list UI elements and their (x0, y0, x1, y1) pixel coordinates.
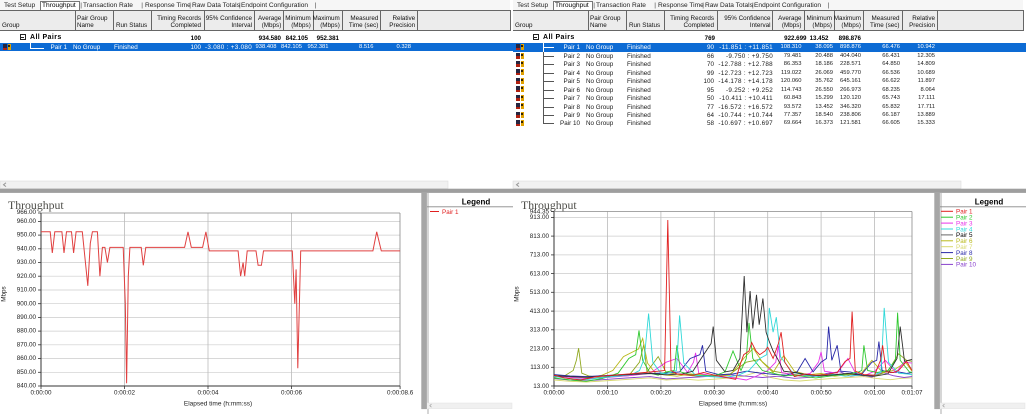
svg-text:Mbps: Mbps (514, 286, 521, 301)
svg-text:0:00:08.6: 0:00:08.6 (387, 390, 414, 397)
svg-text:Pair 1: Pair 1 (442, 209, 459, 216)
svg-text:966.00: 966.00 (17, 209, 37, 216)
svg-text:900.00: 900.00 (17, 300, 37, 307)
svg-text:0:00:06: 0:00:06 (281, 390, 303, 397)
svg-text:910.00: 910.00 (17, 287, 37, 294)
svg-text:0:00:00: 0:00:00 (30, 390, 52, 397)
svg-text:0:00:40: 0:00:40 (757, 390, 779, 397)
svg-text:0:01:00: 0:01:00 (864, 390, 886, 397)
svg-text:870.00: 870.00 (17, 341, 37, 348)
svg-text:860.00: 860.00 (17, 355, 37, 362)
svg-text:950.00: 950.00 (17, 232, 37, 239)
svg-text:930.00: 930.00 (17, 259, 37, 266)
svg-text:0:00:02: 0:00:02 (114, 390, 136, 397)
svg-text:713.00: 713.00 (530, 252, 550, 259)
svg-text:920.00: 920.00 (17, 273, 37, 280)
svg-text:913.00: 913.00 (530, 214, 550, 221)
svg-text:313.00: 313.00 (530, 327, 550, 334)
svg-text:Legend: Legend (462, 198, 491, 207)
svg-text:0:00:20: 0:00:20 (650, 390, 672, 397)
svg-text:Legend: Legend (975, 198, 1004, 207)
svg-text:Mbps: Mbps (1, 286, 8, 301)
svg-text:0:00:50: 0:00:50 (811, 390, 833, 397)
svg-text:0:00:04: 0:00:04 (197, 390, 219, 397)
svg-text:513.00: 513.00 (530, 289, 550, 296)
svg-text:813.00: 813.00 (530, 233, 550, 240)
svg-text:880.00: 880.00 (17, 328, 37, 335)
svg-text:0:00:00: 0:00:00 (543, 390, 565, 397)
svg-text:850.00: 850.00 (17, 369, 37, 376)
svg-text:213.00: 213.00 (530, 345, 550, 352)
svg-text:113.00: 113.00 (530, 364, 549, 371)
svg-text:613.00: 613.00 (530, 270, 550, 277)
svg-text:960.00: 960.00 (17, 218, 37, 225)
svg-text:890.00: 890.00 (17, 314, 37, 321)
svg-text:0:00:30: 0:00:30 (704, 390, 726, 397)
svg-text:Pair 10: Pair 10 (956, 262, 976, 269)
svg-text:0:00:10: 0:00:10 (597, 390, 619, 397)
svg-text:940.00: 940.00 (17, 245, 37, 252)
svg-text:Elapsed time (h:mm:ss): Elapsed time (h:mm:ss) (184, 401, 252, 408)
svg-text:Elapsed time (h:mm:ss): Elapsed time (h:mm:ss) (699, 401, 767, 408)
svg-text:0:01:07: 0:01:07 (901, 390, 923, 397)
svg-text:413.00: 413.00 (530, 308, 550, 315)
